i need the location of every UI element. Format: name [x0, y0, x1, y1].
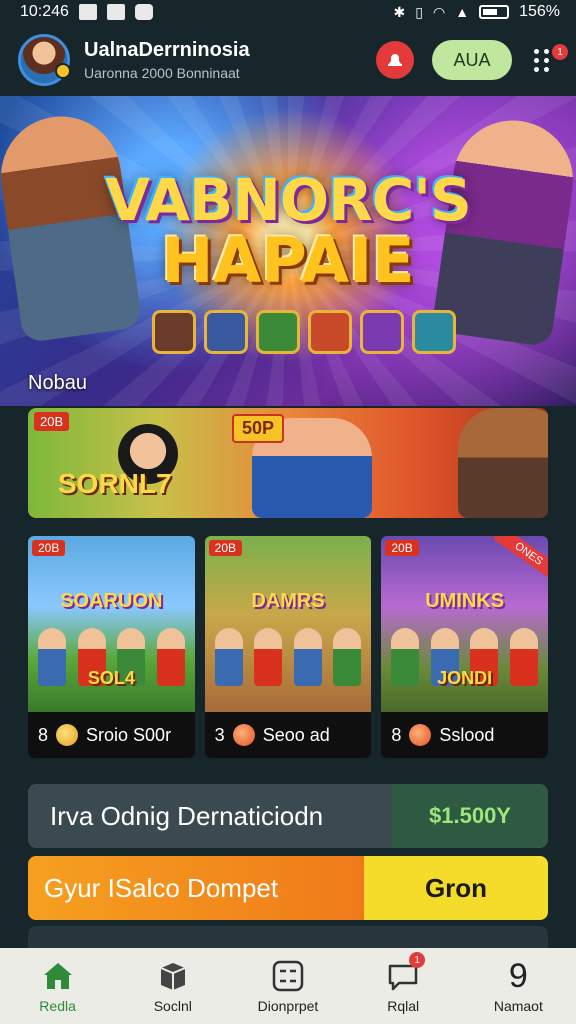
game-card-image: 20B ONES UMINKS JONDI — [381, 536, 549, 712]
promo-price-tag: 50P — [232, 414, 285, 443]
notification-button[interactable] — [376, 41, 414, 79]
gem-icon — [152, 310, 196, 354]
promo-character-3 — [458, 408, 548, 518]
promo-title: SORNL7 — [58, 468, 172, 499]
card-footer: 8 Sslood — [381, 712, 548, 758]
card-badge: 20B — [208, 540, 243, 556]
card-title: SOARUON — [60, 590, 163, 612]
header-title: UalnaDerrninosia — [84, 39, 250, 61]
hero-banner[interactable]: VABNORC'S HAPAIE Nobau — [0, 96, 576, 406]
app-notification-icon — [134, 4, 153, 20]
nav-item-deposit[interactable]: Dionprpet — [238, 958, 338, 1014]
more-menu-button[interactable]: 1 — [534, 40, 568, 80]
card-label: Sroio S00r — [86, 724, 172, 745]
nav-item-more[interactable]: 9 Namaot — [468, 958, 568, 1014]
info-bar-value: $1.500Y — [392, 784, 548, 848]
promo-banner[interactable]: 20B 50P SORNL7 — [28, 408, 548, 518]
coin-icon — [56, 724, 79, 746]
gem-icon — [256, 310, 300, 354]
bluetooth-icon: ✱ — [393, 3, 406, 20]
game-card-image: 20B SOARUON SOL4 — [28, 536, 195, 712]
box-icon — [160, 963, 186, 990]
section-label: Nobau — [28, 372, 87, 394]
coin-icon — [409, 724, 432, 746]
action-bar[interactable]: Gyur ISalco Dompet Gron — [28, 856, 548, 920]
info-bar-label: Irva Odnig Dernaticiodn — [28, 784, 392, 848]
nav-item-chat[interactable]: 1 Rqlal — [353, 952, 453, 1014]
gem-icon — [360, 310, 404, 354]
card-title: DAMRS — [251, 590, 325, 612]
card-count: 8 — [38, 724, 49, 745]
nav-item-home[interactable]: Redla — [8, 958, 108, 1014]
card-subtitle: JONDI — [437, 668, 493, 688]
hero-title-line2: HAPAIE — [161, 224, 415, 297]
signal-icon: ▲ — [455, 4, 470, 20]
card-footer: 3 Seoo ad — [205, 712, 372, 758]
number-icon: 9 — [508, 957, 528, 995]
menu-badge: 1 — [552, 44, 568, 60]
nav-label: Dionprpet — [257, 998, 319, 1014]
game-card-row: 20B SOARUON SOL4 8 Sroio S00r 20B DAMRS — [28, 536, 549, 758]
header-subtitle: Uaronna 2000 Bonninaat — [84, 65, 240, 81]
card-label: Sslood — [439, 724, 495, 745]
bell-icon — [388, 54, 402, 66]
photo-notification-icon — [78, 4, 97, 20]
vibrate-icon: ▯ — [415, 3, 423, 20]
card-count: 3 — [214, 724, 225, 745]
avatar[interactable] — [18, 34, 71, 86]
card-title: UMINKS — [425, 590, 505, 612]
wifi-icon: ◠ — [433, 3, 446, 20]
card-subtitle: SOL4 — [87, 668, 135, 688]
status-bar: 10:246 ✱ ▯ ◠ ▲ 156% — [0, 0, 576, 24]
coin-icon — [232, 724, 255, 746]
battery-percent: 156% — [519, 3, 560, 20]
nav-badge: 1 — [409, 952, 426, 968]
app-header: UalnaDerrninosia Uaronna 2000 Bonninaat … — [0, 28, 576, 92]
card-ribbon: ONES — [493, 536, 549, 583]
game-card[interactable]: 20B SOARUON SOL4 8 Sroio S00r — [28, 536, 195, 758]
card-footer: 8 Sroio S00r — [28, 712, 195, 758]
card-count: 8 — [391, 724, 402, 745]
card-badge: 20B — [32, 540, 66, 556]
status-time: 10:246 — [20, 3, 69, 20]
gem-icon — [412, 310, 456, 354]
gem-icon — [204, 310, 248, 354]
game-card-image: 20B DAMRS — [204, 536, 372, 712]
hero-gem-row — [152, 310, 456, 354]
calculator-icon — [272, 960, 304, 992]
card-label: Seoo ad — [262, 724, 330, 745]
action-bar-label: Gyur ISalco Dompet — [28, 856, 364, 920]
header-text: UalnaDerrninosia Uaronna 2000 Bonninaat — [84, 39, 376, 81]
promo-badge: 20B — [34, 412, 70, 431]
nav-label: Soclnl — [153, 998, 192, 1014]
add-button[interactable]: AUA — [432, 40, 512, 80]
gem-icon — [308, 310, 352, 354]
action-bar-button[interactable]: Gron — [364, 856, 548, 920]
nav-label: Namaot — [493, 998, 543, 1014]
nav-item-social[interactable]: Soclnl — [123, 958, 223, 1014]
nav-label: Rqlal — [387, 998, 420, 1014]
mail-notification-icon — [106, 4, 125, 20]
bottom-nav: Redla Soclnl Dionprpet 1 Rqlal 9 Namaot — [0, 948, 576, 1024]
nav-label: Redla — [39, 998, 76, 1014]
game-card[interactable]: 20B DAMRS 3 Seoo ad — [204, 536, 372, 758]
avatar-badge-icon — [55, 63, 71, 79]
battery-icon — [479, 5, 510, 19]
info-bar[interactable]: Irva Odnig Dernaticiodn $1.500Y — [28, 784, 548, 848]
card-badge: 20B — [385, 540, 419, 556]
game-card[interactable]: 20B ONES UMINKS JONDI 8 Sslood — [381, 536, 549, 758]
home-icon — [43, 963, 72, 989]
